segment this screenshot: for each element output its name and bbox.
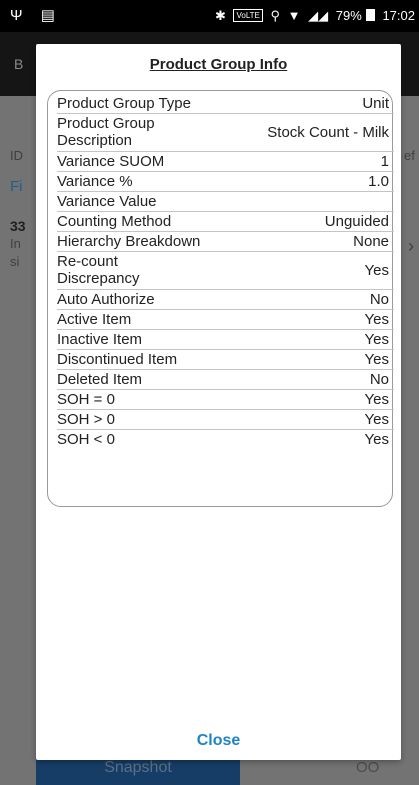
info-value: Unguided [324,213,389,230]
info-value: 1.0 [368,173,389,190]
info-label: Variance % [57,173,133,190]
info-row: Variance % 1.0 [48,172,392,191]
info-row: Discontinued Item Yes [48,350,392,369]
background-count: 33 [10,218,26,234]
info-label: Variance SUOM [57,153,165,170]
background-header-title: B [14,56,24,72]
background-filter-link: Fi [10,178,23,195]
background-line-2: si [10,254,20,269]
info-row: Auto Authorize No [48,290,392,309]
info-row: Variance Value [48,192,392,211]
info-value: Unit [362,95,389,112]
info-row: Variance SUOM 1 [48,152,392,171]
battery-icon [365,9,375,21]
info-value: 1 [380,153,389,170]
wifi-icon: ▼ [287,8,301,23]
background-right-button: OO [356,759,380,776]
info-value: No [369,371,389,388]
info-row: SOH > 0 Yes [48,410,392,429]
usb-icon: Ψ [10,7,23,24]
message-icon: ▤ [40,7,55,24]
info-value: None [353,233,389,250]
info-label: SOH > 0 [57,411,115,428]
info-value: Yes [364,311,389,328]
info-value: Yes [364,391,389,408]
info-value: Yes [364,411,389,428]
info-row: Hierarchy Breakdown None [48,232,392,251]
info-row: Product Group Type Unit [48,94,392,113]
key-icon: ⚲ [270,8,281,23]
info-row: Re-count Discrepancy Yes [48,252,392,289]
bluetooth-icon: ✱ [214,8,226,23]
status-left-icons: Ψ ▤ [10,6,69,24]
info-label: Variance Value [57,193,157,210]
background-ref-label: ef [404,148,415,163]
dialog-title: Product Group Info [149,56,288,73]
info-value: Yes [364,431,389,448]
info-label: Product Group Description [57,115,155,149]
signal-icon: ◢◢ [308,8,329,23]
info-label: SOH = 0 [57,391,115,408]
info-label: Deleted Item [57,371,143,388]
battery-percent: 79% [335,8,362,23]
info-row: Product Group Description Stock Count - … [48,114,392,151]
info-label: Auto Authorize [57,291,155,308]
info-row: SOH = 0 Yes [48,390,392,409]
info-value: Yes [364,331,389,348]
info-label: Re-count Discrepancy [57,253,140,287]
info-value: No [369,291,389,308]
product-group-info-dialog: Product Group Info Product Group Type Un… [36,44,401,760]
info-label: Discontinued Item [57,351,178,368]
info-label: Active Item [57,311,132,328]
chevron-right-icon: › [408,236,414,256]
info-table: Product Group Type Unit Product Group De… [47,90,394,507]
status-right-icons: ✱ VoLTE ⚲ ▼ ◢◢ 79% 17:02 [211,8,415,24]
volte-icon: VoLTE [233,9,263,22]
info-label: SOH < 0 [57,431,115,448]
info-value: Yes [364,262,389,279]
info-label: Inactive Item [57,331,143,348]
info-row: Counting Method Unguided [48,212,392,231]
info-label: Counting Method [57,213,172,230]
background-id-label: ID [10,148,23,163]
clock: 17:02 [382,8,415,23]
info-value: Yes [364,351,389,368]
background-line-1: In [10,236,21,251]
info-row: Inactive Item Yes [48,330,392,349]
status-bar: Ψ ▤ ✱ VoLTE ⚲ ▼ ◢◢ 79% 17:02 [0,0,419,32]
info-row: Active Item Yes [48,310,392,329]
info-row: Deleted Item No [48,370,392,389]
info-label: Hierarchy Breakdown [57,233,201,250]
info-row: SOH < 0 Yes [48,430,392,449]
info-value: Stock Count - Milk [267,124,389,141]
close-button[interactable]: Close [36,732,401,750]
info-label: Product Group Type [57,95,191,112]
